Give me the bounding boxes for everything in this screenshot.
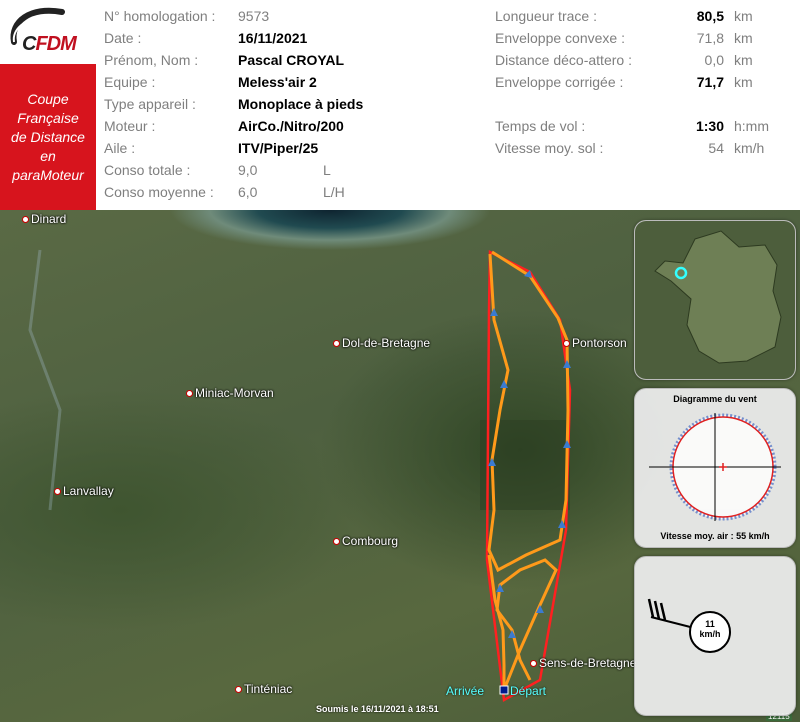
total-consumption-value: 9,0 — [238, 162, 258, 178]
town-label: Lanvallay — [63, 484, 114, 498]
convex-hull-unit: km — [734, 30, 753, 46]
town-dot-icon — [530, 660, 537, 668]
takeoff-landing-value: 0,0 — [704, 52, 724, 68]
date-value: 16/11/2021 — [238, 30, 308, 46]
info-row-pilot: Prénom, Nom : Pascal CROYAL — [0, 52, 400, 72]
departure-label: Départ — [510, 684, 547, 698]
flight-time-value: 1:30 — [695, 118, 724, 134]
town-label: Dinard — [31, 212, 67, 226]
submission-timestamp: Soumis le 16/11/2021 à 18:51 — [316, 704, 439, 714]
flight-time-label: Temps de vol : — [495, 118, 586, 134]
info-row-engine: Moteur : AirCo./Nitro/200 — [0, 118, 400, 138]
total-consumption-unit: L — [323, 162, 331, 178]
town-combourg[interactable]: Combourg — [333, 534, 398, 548]
info-row-date: Date : 16/11/2021 — [0, 30, 400, 50]
river — [28, 249, 62, 511]
town-dot-icon — [333, 340, 340, 348]
town-dinard[interactable]: Dinard — [22, 212, 66, 226]
start-finish-marker[interactable] — [499, 685, 509, 695]
date-label: Date : — [104, 30, 142, 46]
town-dot-icon — [333, 538, 340, 546]
convex-hull-value: 71,8 — [696, 30, 724, 46]
track-length-label: Longueur trace : — [495, 8, 597, 24]
town-label: Miniac-Morvan — [195, 386, 274, 400]
info-row-aircraft: Type appareil : Monoplace à pieds — [0, 96, 400, 116]
flight-time-unit: h:mm — [734, 118, 769, 134]
aircraft-value: Monoplace à pieds — [238, 96, 364, 112]
pilot-value: Pascal CROYAL — [238, 52, 345, 68]
wind-speed-readout: 11 km/h — [695, 619, 725, 639]
homologation-label: N° homologation : — [104, 8, 216, 24]
engine-value: AirCo./Nitro/200 — [238, 118, 344, 134]
town-dot-icon — [563, 340, 570, 348]
town-pontorson[interactable]: Pontorson — [563, 336, 627, 350]
town-sens-de-bretagne[interactable]: Sens-de-Bretagne — [530, 656, 636, 670]
wind-diagram-chart — [649, 413, 781, 521]
town-lanvallay[interactable]: Lanvallay — [54, 484, 114, 498]
convex-hull-label: Enveloppe convexe : — [495, 30, 625, 46]
wind-arrow-panel: 11 km/h — [634, 556, 796, 716]
town-label: Tinténiac — [244, 682, 293, 696]
corrected-hull-unit: km — [734, 74, 753, 90]
france-locator-panel — [634, 220, 796, 380]
town-dot-icon — [22, 216, 29, 224]
flight-header: CFDM Coupe Française de Distance en para… — [0, 0, 800, 210]
track-length-value: 80,5 — [696, 8, 724, 24]
ground-speed-value: 54 — [708, 140, 724, 156]
team-label: Equipe : — [104, 74, 156, 90]
total-consumption-label: Conso totale : — [104, 162, 191, 178]
town-miniac-morvan[interactable]: Miniac-Morvan — [186, 386, 274, 400]
track-length-unit: km — [734, 8, 753, 24]
engine-label: Moteur : — [104, 118, 156, 134]
wind-speed-value: 11 — [705, 619, 715, 629]
ground-speed-label: Vitesse moy. sol : — [495, 140, 604, 156]
info-row-avg-consumption: Conso moyenne : 6,0 L/H — [0, 184, 400, 204]
info-row-team: Equipe : Meless'air 2 — [0, 74, 400, 94]
team-value: Meless'air 2 — [238, 74, 317, 90]
town-dol-de-bretagne[interactable]: Dol-de-Bretagne — [333, 336, 430, 350]
town-dot-icon — [235, 686, 242, 694]
town-label: Combourg — [342, 534, 399, 548]
avg-consumption-label: Conso moyenne : — [104, 184, 214, 200]
corrected-hull-value: 71,7 — [696, 74, 724, 90]
flight-track-north — [487, 250, 570, 573]
avg-consumption-value: 6,0 — [238, 184, 258, 200]
air-speed-label: Vitesse moy. air : 55 km/h — [660, 531, 770, 541]
town-dot-icon — [54, 488, 61, 496]
town-dot-icon — [186, 390, 193, 398]
homologation-value: 9573 — [238, 8, 270, 24]
info-row-homologation: N° homologation : 9573 — [0, 8, 400, 28]
wind-diagram-panel: Diagramme du vent Vitesse moy. air : 55 … — [634, 388, 796, 548]
arrival-label: Arrivée — [446, 684, 485, 698]
france-map-icon — [635, 221, 795, 379]
wind-diagram-title: Diagramme du vent — [673, 394, 757, 404]
wing-value: ITV/Piper/25 — [238, 140, 319, 156]
town-tinteniac[interactable]: Tinténiac — [235, 682, 292, 696]
ground-speed-unit: km/h — [734, 140, 765, 156]
town-label: Sens-de-Bretagne — [539, 656, 637, 670]
info-row-wing: Aile : ITV/Piper/25 — [0, 140, 400, 160]
info-row-total-consumption: Conso totale : 9,0 L — [0, 162, 400, 182]
corrected-hull-label: Enveloppe corrigée : — [495, 74, 624, 90]
pilot-label: Prénom, Nom : — [104, 52, 199, 68]
takeoff-landing-unit: km — [734, 52, 753, 68]
takeoff-landing-label: Distance déco-attero : — [495, 52, 632, 68]
town-label: Dol-de-Bretagne — [342, 336, 431, 350]
avg-consumption-unit: L/H — [323, 184, 345, 200]
aircraft-label: Type appareil : — [104, 96, 196, 112]
town-label: Pontorson — [572, 336, 627, 350]
wing-label: Aile : — [104, 140, 136, 156]
wind-speed-unit: km/h — [699, 629, 721, 639]
